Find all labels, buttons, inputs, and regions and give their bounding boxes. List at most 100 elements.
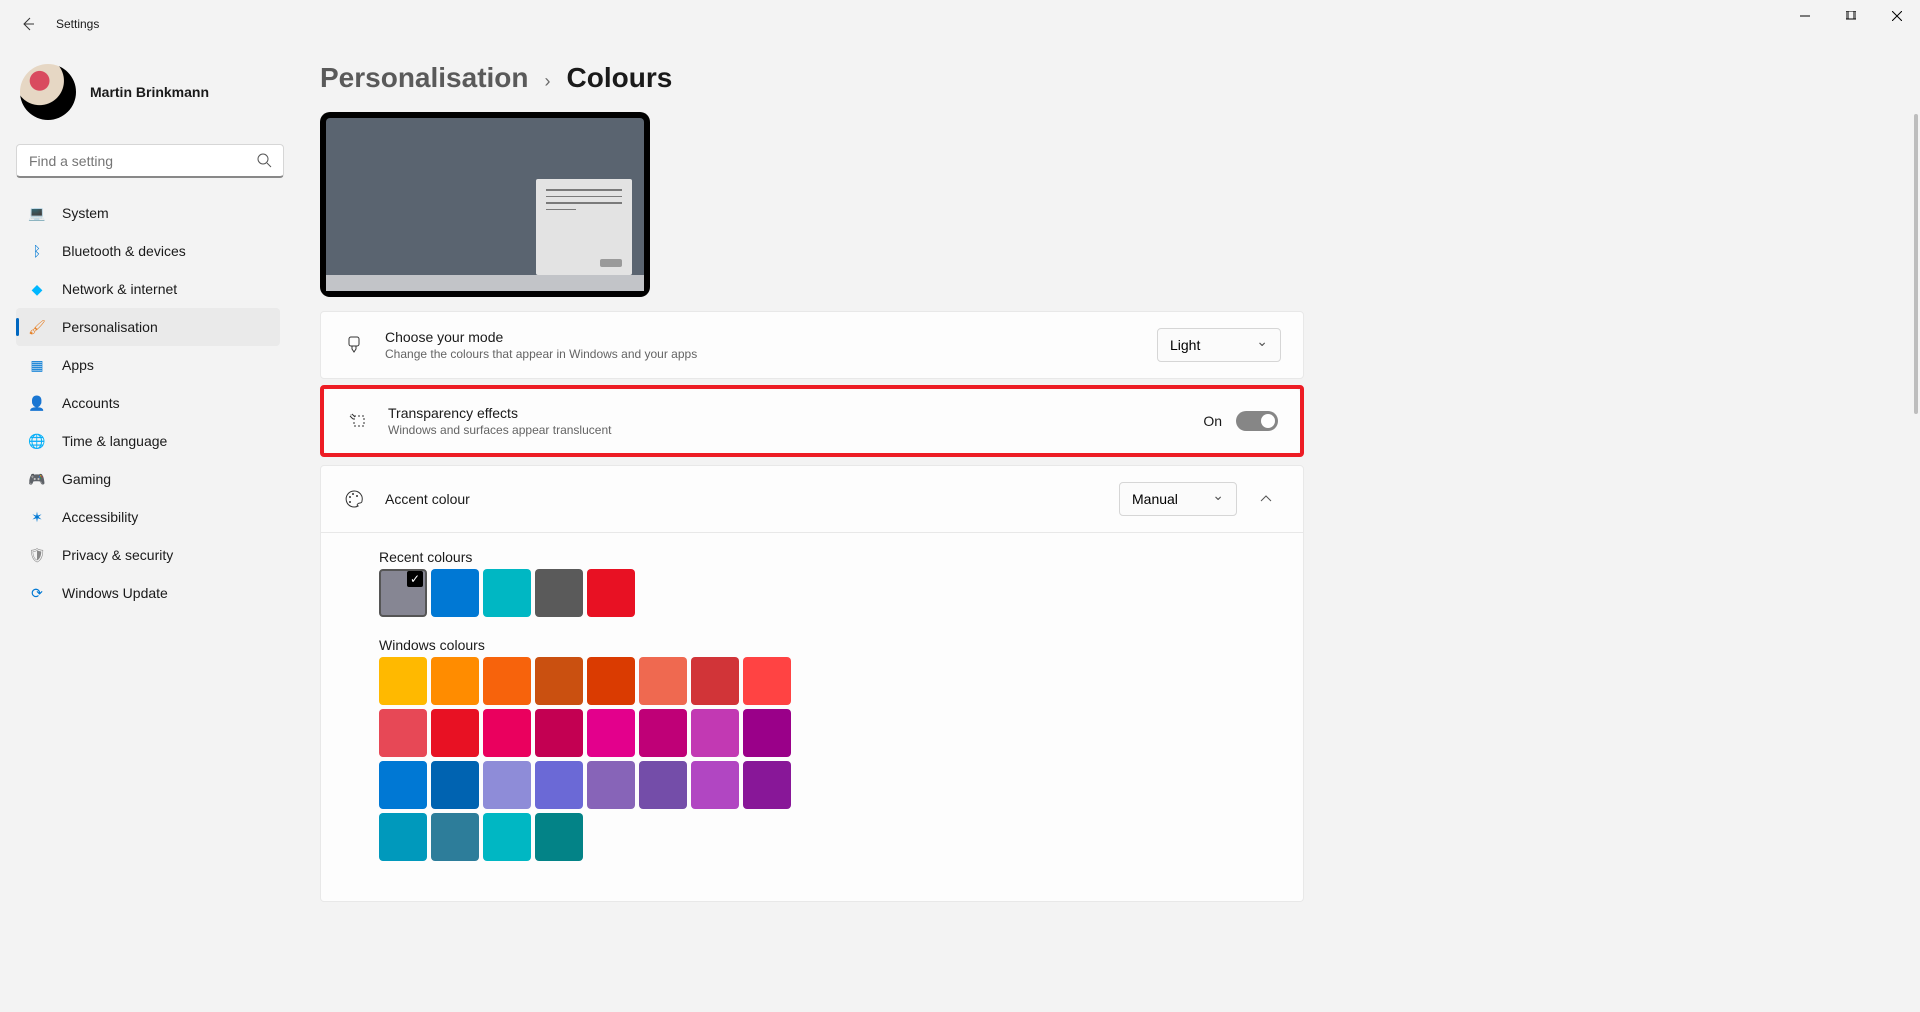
- windows-swatch[interactable]: [743, 709, 791, 757]
- nav-icon: 👤: [28, 394, 46, 412]
- windows-swatch[interactable]: [379, 709, 427, 757]
- windows-swatch[interactable]: [431, 657, 479, 705]
- nav-icon: ⟳: [28, 584, 46, 602]
- windows-swatch[interactable]: [535, 709, 583, 757]
- accent-dropdown[interactable]: Manual: [1119, 482, 1237, 516]
- sidebar-item-windows-update[interactable]: ⟳ Windows Update: [16, 574, 280, 612]
- recent-swatch[interactable]: [535, 569, 583, 617]
- chevron-right-icon: ›: [545, 71, 551, 92]
- recent-swatch[interactable]: [483, 569, 531, 617]
- windows-colours-label: Windows colours: [379, 637, 1245, 653]
- breadcrumb-parent[interactable]: Personalisation: [320, 62, 529, 94]
- profile-name: Martin Brinkmann: [90, 84, 209, 100]
- sidebar-item-gaming[interactable]: 🎮 Gaming: [16, 460, 280, 498]
- recent-swatch[interactable]: [587, 569, 635, 617]
- windows-swatch[interactable]: [691, 761, 739, 809]
- sidebar-item-privacy-security[interactable]: 🛡 Privacy & security: [16, 536, 280, 574]
- accent-title: Accent colour: [385, 491, 470, 507]
- recent-swatch[interactable]: [379, 569, 427, 617]
- nav-icon: 🖌: [28, 318, 46, 336]
- mode-desc: Change the colours that appear in Window…: [385, 347, 697, 361]
- breadcrumb: Personalisation › Colours: [320, 62, 1896, 94]
- close-button[interactable]: [1874, 0, 1920, 32]
- windows-colours: [379, 657, 809, 861]
- profile[interactable]: Martin Brinkmann: [16, 56, 300, 136]
- search-wrap: [16, 144, 284, 178]
- search-icon: [256, 152, 272, 173]
- transparency-row[interactable]: Transparency effects Windows and surface…: [324, 389, 1300, 453]
- sidebar-item-personalisation[interactable]: 🖌Personalisation: [16, 308, 280, 346]
- window-controls: [1782, 0, 1920, 32]
- windows-swatch[interactable]: [587, 709, 635, 757]
- transparency-state: On: [1203, 413, 1222, 429]
- palette-section: Recent colours Windows colours: [320, 533, 1304, 902]
- back-button[interactable]: [8, 4, 48, 44]
- recent-swatch[interactable]: [431, 569, 479, 617]
- accent-colour-row[interactable]: Accent colour Manual: [320, 465, 1304, 533]
- sidebar-item-apps[interactable]: ▦Apps: [16, 346, 280, 384]
- windows-swatch[interactable]: [431, 709, 479, 757]
- nav-icon: 🛡: [28, 546, 46, 564]
- nav-icon: 🎮: [28, 470, 46, 488]
- sidebar: Martin Brinkmann 💻System ᛒ Bluetooth & dev…: [0, 48, 300, 612]
- transparency-highlight: Transparency effects Windows and surface…: [320, 385, 1304, 457]
- sidebar-item-system[interactable]: 💻System: [16, 194, 280, 232]
- breadcrumb-current: Colours: [567, 62, 673, 94]
- nav-label: Accounts: [62, 395, 120, 411]
- sidebar-item-accessibility[interactable]: ✶Accessibility: [16, 498, 280, 536]
- nav-label: Time & language: [62, 433, 167, 449]
- theme-preview: [320, 112, 650, 297]
- choose-mode-row[interactable]: Choose your mode Change the colours that…: [320, 311, 1304, 379]
- windows-swatch[interactable]: [639, 657, 687, 705]
- windows-swatch[interactable]: [743, 761, 791, 809]
- windows-swatch[interactable]: [535, 761, 583, 809]
- sidebar-item-time-language[interactable]: 🌐Time & language: [16, 422, 280, 460]
- windows-swatch[interactable]: [691, 709, 739, 757]
- nav-label: Accessibility: [62, 509, 138, 525]
- windows-swatch[interactable]: [483, 813, 531, 861]
- windows-swatch[interactable]: [639, 761, 687, 809]
- nav-icon: ◆: [28, 280, 46, 298]
- transparency-desc: Windows and surfaces appear translucent: [388, 423, 611, 437]
- windows-swatch[interactable]: [483, 761, 531, 809]
- sidebar-item-network-internet[interactable]: ◆Network & internet: [16, 270, 280, 308]
- minimize-button[interactable]: [1782, 0, 1828, 32]
- nav-label: System: [62, 205, 109, 221]
- search-input[interactable]: [16, 144, 284, 178]
- nav-label: Privacy & security: [62, 547, 173, 563]
- windows-swatch[interactable]: [587, 761, 635, 809]
- windows-swatch[interactable]: [691, 657, 739, 705]
- maximize-button[interactable]: [1828, 0, 1874, 32]
- palette-icon: [343, 488, 365, 510]
- avatar: [20, 64, 76, 120]
- mode-title: Choose your mode: [385, 329, 697, 345]
- windows-swatch[interactable]: [431, 761, 479, 809]
- windows-swatch[interactable]: [587, 657, 635, 705]
- recent-colours: [379, 569, 859, 617]
- nav-icon: ▦: [28, 356, 46, 374]
- windows-swatch[interactable]: [483, 657, 531, 705]
- sidebar-item-bluetooth-devices[interactable]: ᛒ Bluetooth & devices: [16, 232, 280, 270]
- windows-swatch[interactable]: [743, 657, 791, 705]
- collapse-button[interactable]: [1251, 484, 1281, 514]
- transparency-icon: [346, 410, 368, 432]
- window-title: Settings: [56, 17, 99, 31]
- titlebar: Settings: [0, 0, 1920, 48]
- nav-label: Bluetooth & devices: [62, 243, 186, 259]
- sidebar-item-accounts[interactable]: 👤 Accounts: [16, 384, 280, 422]
- windows-swatch[interactable]: [379, 657, 427, 705]
- mode-dropdown[interactable]: Light: [1157, 328, 1281, 362]
- nav-icon: ᛒ: [28, 242, 46, 260]
- windows-swatch[interactable]: [639, 709, 687, 757]
- recent-colours-label: Recent colours: [379, 549, 1245, 565]
- windows-swatch[interactable]: [379, 813, 427, 861]
- windows-swatch[interactable]: [535, 813, 583, 861]
- windows-swatch[interactable]: [431, 813, 479, 861]
- windows-swatch[interactable]: [535, 657, 583, 705]
- nav-label: Windows Update: [62, 585, 168, 601]
- windows-swatch[interactable]: [379, 761, 427, 809]
- scrollbar[interactable]: [1914, 50, 1918, 990]
- transparency-toggle[interactable]: [1236, 411, 1278, 431]
- windows-swatch[interactable]: [483, 709, 531, 757]
- nav-label: Gaming: [62, 471, 111, 487]
